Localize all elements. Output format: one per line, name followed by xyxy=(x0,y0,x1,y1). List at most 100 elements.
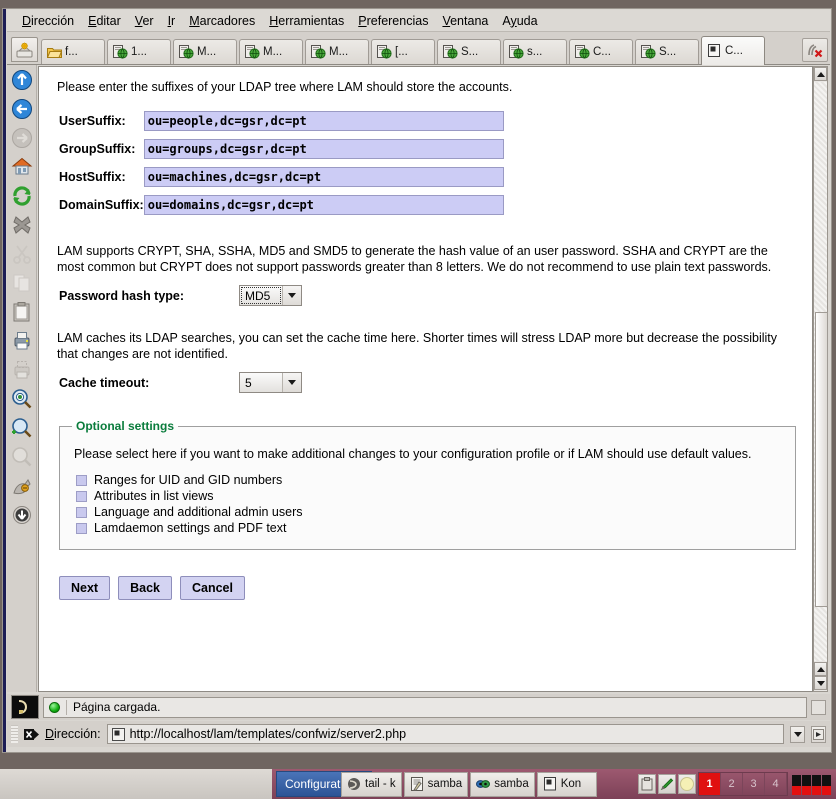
group-suffix-input[interactable] xyxy=(144,139,504,159)
menu-item-ventana[interactable]: Ventana xyxy=(435,12,495,30)
password-hash-select[interactable]: MD5 xyxy=(239,285,302,306)
pen-icon[interactable] xyxy=(658,774,676,794)
reload-icon xyxy=(11,185,33,210)
menu-item-marcadores[interactable]: Marcadores xyxy=(182,12,262,30)
status-message-box: Página cargada. xyxy=(43,697,807,718)
menu-item-ir[interactable]: Ir xyxy=(161,12,183,30)
optional-checkbox-row-1[interactable]: Attributes in list views xyxy=(76,489,783,503)
optional-checkbox-label: Lamdaemon settings and PDF text xyxy=(94,521,286,535)
tab-1[interactable]: 1... xyxy=(107,39,171,64)
location-input[interactable]: http://localhost/lam/templates/confwiz/s… xyxy=(107,724,784,744)
system-monitor-icon[interactable] xyxy=(790,773,833,795)
domain-suffix-input[interactable] xyxy=(144,195,504,215)
konqueror-window: DirecciónEditarVerIrMarcadoresHerramient… xyxy=(2,8,832,753)
checkbox-icon[interactable] xyxy=(76,475,87,486)
clear-arrow-icon xyxy=(24,728,39,741)
tab-9[interactable]: S... xyxy=(635,39,699,64)
toolbar-find-button[interactable] xyxy=(9,387,35,413)
checkbox-icon[interactable] xyxy=(76,507,87,518)
scroll-up-button[interactable] xyxy=(814,67,827,81)
host-suffix-input[interactable] xyxy=(144,167,504,187)
system-tray: 1234 xyxy=(638,769,836,799)
toolbar-back-button[interactable] xyxy=(9,97,35,123)
new-tab-icon xyxy=(16,42,33,58)
taskbar-item-2[interactable]: samba xyxy=(470,772,535,797)
vertical-scrollbar[interactable] xyxy=(813,66,828,692)
taskbar-item-label: tail - k xyxy=(365,778,396,790)
checkbox-icon[interactable] xyxy=(76,523,87,534)
tab-0[interactable]: f... xyxy=(41,39,105,64)
optional-checkbox-row-0[interactable]: Ranges for UID and GID numbers xyxy=(76,473,783,487)
desktop-3-button[interactable]: 3 xyxy=(743,773,765,795)
desktop-pager: 1234 xyxy=(698,772,788,796)
menu-item-ver[interactable]: Ver xyxy=(128,12,161,30)
status-message: Página cargada. xyxy=(73,700,160,714)
toolbar-copy-button xyxy=(9,271,35,297)
tab-7[interactable]: s... xyxy=(503,39,567,64)
next-button[interactable]: Next xyxy=(59,576,110,600)
optional-checkbox-row-2[interactable]: Language and additional admin users xyxy=(76,505,783,519)
menu-item-editar[interactable]: Editar xyxy=(81,12,128,30)
chevron-down-icon xyxy=(282,286,301,305)
close-tab-button[interactable] xyxy=(802,38,828,62)
konsole-status-icon[interactable] xyxy=(11,695,39,719)
desktop-4-button[interactable]: 4 xyxy=(765,773,787,795)
konqueror-icon xyxy=(476,777,490,791)
password-hash-row: Password hash type: MD5 xyxy=(59,285,798,306)
tab-2[interactable]: M... xyxy=(173,39,237,64)
menu-item-dirección[interactable]: Dirección xyxy=(15,12,81,30)
menu-item-preferencias[interactable]: Preferencias xyxy=(351,12,435,30)
toolbar-print-preview-button xyxy=(9,358,35,384)
toolbar-paste-button[interactable] xyxy=(9,300,35,326)
host-suffix-label: HostSuffix: xyxy=(59,163,144,191)
folder-icon xyxy=(47,45,62,59)
optional-checkbox-row-3[interactable]: Lamdaemon settings and PDF text xyxy=(76,521,783,535)
green-dot-icon xyxy=(49,702,60,713)
toolbar-drag-handle[interactable] xyxy=(11,725,18,743)
print-preview-icon xyxy=(11,359,33,384)
tab-4[interactable]: M... xyxy=(305,39,369,64)
location-go-button[interactable] xyxy=(811,726,826,743)
toolbar-zoom-in-button[interactable] xyxy=(9,416,35,442)
toolbar-home-button[interactable] xyxy=(9,155,35,181)
tab-5[interactable]: [... xyxy=(371,39,435,64)
toolbar-print-button[interactable] xyxy=(9,329,35,355)
moon-icon[interactable] xyxy=(678,774,696,794)
toolbar-up-button[interactable] xyxy=(9,68,35,94)
menu-item-herramientas[interactable]: Herramientas xyxy=(262,12,351,30)
taskbar-item-3[interactable]: Kon xyxy=(537,772,597,797)
back-button[interactable]: Back xyxy=(118,576,172,600)
bookmark-icon xyxy=(11,475,33,500)
scroll-up-button-bottom[interactable] xyxy=(814,662,827,676)
web-page-icon xyxy=(113,45,128,59)
taskbar-item-label: samba xyxy=(428,778,463,790)
toolbar-bookmark-button[interactable] xyxy=(9,474,35,500)
taskbar-item-1[interactable]: samba xyxy=(404,772,469,797)
tab-10[interactable]: C... xyxy=(701,36,765,65)
password-hash-value: MD5 xyxy=(240,286,282,305)
desktop-number: 1 xyxy=(706,778,712,790)
optional-settings-description: Please select here if you want to make a… xyxy=(74,447,783,461)
cancel-button[interactable]: Cancel xyxy=(180,576,245,600)
menu-item-ayuda[interactable]: Ayuda xyxy=(495,12,544,30)
scroll-down-button[interactable] xyxy=(814,676,827,690)
tab-3[interactable]: M... xyxy=(239,39,303,64)
location-dropdown-button[interactable] xyxy=(790,726,805,743)
new-tab-button[interactable] xyxy=(11,37,38,62)
checkbox-icon[interactable] xyxy=(76,491,87,502)
home-icon xyxy=(11,156,33,181)
klipper-icon[interactable] xyxy=(638,774,656,794)
toolbar-reload-button[interactable] xyxy=(9,184,35,210)
clear-location-icon[interactable] xyxy=(24,727,39,742)
scrollbar-thumb[interactable] xyxy=(815,312,828,607)
tab-8[interactable]: C... xyxy=(569,39,633,64)
desktop-1-button[interactable]: 1 xyxy=(699,773,721,795)
toolbar-stop-button[interactable] xyxy=(9,213,35,239)
toolbar-download-button[interactable] xyxy=(9,503,35,529)
tab-6[interactable]: S... xyxy=(437,39,501,64)
desktop-2-button[interactable]: 2 xyxy=(721,773,743,795)
location-bar: Dirección: http://localhost/lam/template… xyxy=(7,721,830,747)
taskbar-item-0[interactable]: tail - k xyxy=(341,772,402,797)
user-suffix-input[interactable] xyxy=(144,111,504,131)
cache-timeout-select[interactable]: 5 xyxy=(239,372,302,393)
